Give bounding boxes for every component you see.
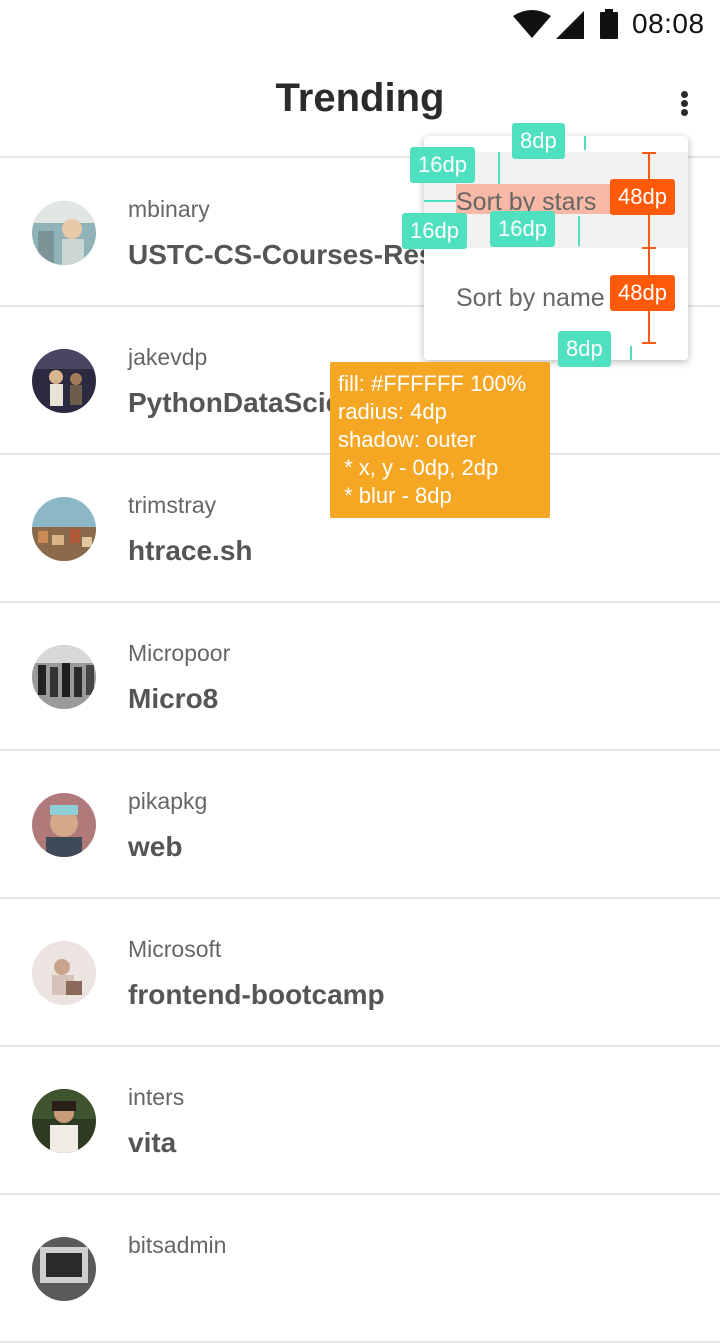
avatar <box>32 1089 96 1153</box>
measure-line <box>578 216 580 246</box>
list-item[interactable]: bitsadmin <box>0 1195 720 1343</box>
avatar <box>32 1237 96 1301</box>
bottom-padding-label: 8dp <box>558 331 611 367</box>
repo-owner: Micropoor <box>128 640 231 666</box>
signal-icon <box>556 11 584 39</box>
more-vert-icon[interactable] <box>668 86 702 120</box>
wifi-icon <box>513 10 551 38</box>
measure-line <box>498 152 500 184</box>
list-item[interactable]: Microsoft frontend-bootcamp <box>0 899 720 1047</box>
top-padding-label: 8dp <box>512 123 565 159</box>
avatar <box>32 793 96 857</box>
spec-line: radius: 4dp <box>338 399 447 424</box>
clock: 08:08 <box>632 8 705 39</box>
item-height-label: 48dp <box>610 179 675 215</box>
repo-owner: inters <box>128 1084 185 1110</box>
avatar <box>32 941 96 1005</box>
spec-line: * x, y - 0dp, 2dp <box>338 455 499 480</box>
repo-name: frontend-bootcamp <box>128 979 385 1010</box>
list-item[interactable]: inters vita <box>0 1047 720 1195</box>
list-item[interactable]: pikapkg web <box>0 751 720 899</box>
avatar <box>32 645 96 709</box>
repo-name: web <box>128 831 183 862</box>
repo-owner: mbinary <box>128 196 210 222</box>
repo-owner: pikapkg <box>128 788 208 814</box>
left-padding-label: 16dp <box>402 213 467 249</box>
measure-line <box>642 152 656 154</box>
spec-line: * blur - 8dp <box>338 483 452 508</box>
text-gap-label: 16dp <box>490 211 555 247</box>
measure-line <box>584 136 586 150</box>
repo-owner: trimstray <box>128 492 217 518</box>
measure-line <box>424 200 456 202</box>
repo-owner: Microsoft <box>128 936 222 962</box>
page-title: Trending <box>275 76 445 120</box>
measure-line <box>642 247 656 249</box>
status-bar: 08:08 <box>0 0 720 48</box>
battery-icon <box>600 9 618 39</box>
repo-name: vita <box>128 1127 177 1158</box>
left-padding-label: 16dp <box>410 147 475 183</box>
avatar <box>32 497 96 561</box>
menu-item-label: Sort by name <box>456 284 605 312</box>
spec-note: fill: #FFFFFF 100% radius: 4dp shadow: o… <box>330 362 550 518</box>
repo-owner: bitsadmin <box>128 1232 227 1258</box>
repo-name: Micro8 <box>128 683 219 714</box>
avatar <box>32 201 96 265</box>
measure-line <box>642 342 656 344</box>
avatar <box>32 349 96 413</box>
spec-line: fill: #FFFFFF 100% <box>338 371 527 396</box>
list-item[interactable]: Micropoor Micro8 <box>0 603 720 751</box>
measure-line <box>630 346 632 360</box>
repo-owner: jakevdp <box>128 344 208 370</box>
item-height-label: 48dp <box>610 275 675 311</box>
repo-name: htrace.sh <box>128 535 253 566</box>
spec-line: shadow: outer <box>338 427 477 452</box>
